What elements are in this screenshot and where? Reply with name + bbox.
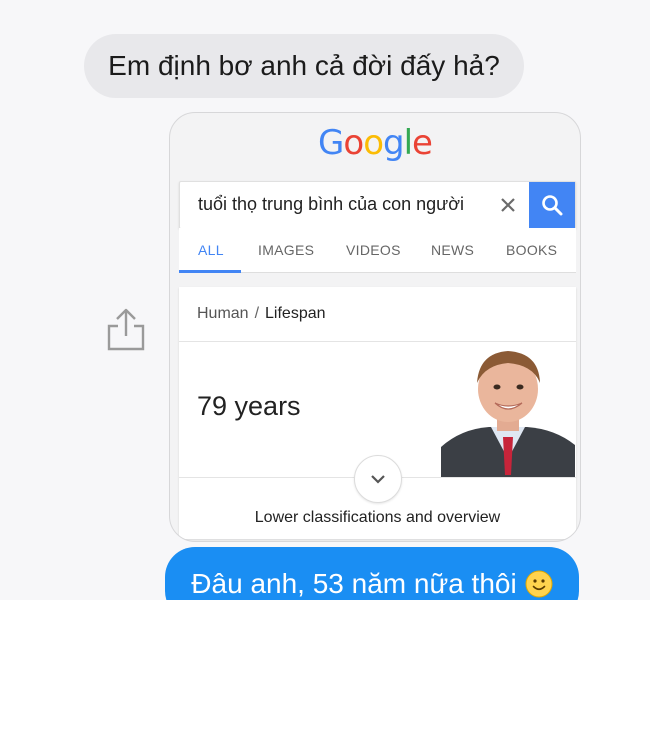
shared-google-card[interactable]: Google tuổi thọ trung bình của con người… bbox=[169, 112, 581, 542]
outgoing-message-text: Đâu anh, 53 năm nữa thôi bbox=[191, 568, 517, 599]
logo-letter: g bbox=[383, 123, 405, 163]
share-icon[interactable] bbox=[104, 306, 148, 352]
search-tabs: ALL IMAGES VIDEOS NEWS BOOKS bbox=[179, 228, 576, 273]
search-input[interactable]: tuổi thọ trung bình của con người bbox=[198, 194, 464, 215]
expand-button[interactable] bbox=[354, 455, 402, 503]
active-tab-indicator bbox=[179, 270, 241, 273]
incoming-message-bubble[interactable]: Em định bơ anh cả đời đấy hả? bbox=[84, 34, 524, 98]
chevron-down-icon bbox=[371, 475, 385, 484]
portrait-illustration bbox=[441, 343, 575, 477]
divider bbox=[179, 341, 576, 342]
clear-search-button[interactable] bbox=[493, 190, 523, 220]
breadcrumb-separator: / bbox=[254, 305, 260, 322]
search-button[interactable] bbox=[529, 182, 575, 228]
close-icon bbox=[501, 198, 515, 212]
logo-letter: e bbox=[412, 123, 433, 163]
logo-letter: G bbox=[318, 123, 344, 163]
knowledge-result-card: Human / Lifespan 79 years Lower classifi… bbox=[179, 287, 576, 539]
chat-area: Em định bơ anh cả đời đấy hả? Google tuổ… bbox=[0, 0, 650, 600]
breadcrumb-parent[interactable]: Human bbox=[197, 305, 249, 322]
tab-books[interactable]: BOOKS bbox=[506, 242, 557, 258]
tab-videos[interactable]: VIDEOS bbox=[346, 242, 401, 258]
breadcrumb: Human / Lifespan bbox=[197, 305, 326, 323]
more-link[interactable]: Lower classifications and overview bbox=[179, 509, 576, 527]
tab-news[interactable]: NEWS bbox=[431, 242, 474, 258]
tab-all[interactable]: ALL bbox=[198, 242, 224, 258]
outgoing-message-bubble[interactable]: Đâu anh, 53 năm nữa thôi bbox=[165, 547, 579, 600]
tab-images[interactable]: IMAGES bbox=[258, 242, 314, 258]
breadcrumb-current: Lifespan bbox=[265, 305, 326, 322]
logo-letter: o bbox=[343, 123, 364, 163]
google-logo: Google bbox=[170, 123, 580, 163]
person-photo[interactable] bbox=[441, 343, 575, 477]
smile-emoji-icon bbox=[525, 570, 553, 598]
answer-value: 79 years bbox=[197, 391, 301, 421]
incoming-message-text: Em định bơ anh cả đời đấy hả? bbox=[108, 50, 500, 81]
logo-letter: o bbox=[363, 123, 384, 163]
search-icon bbox=[542, 195, 563, 216]
logo-letter: l bbox=[403, 123, 414, 163]
search-bar: tuổi thọ trung bình của con người bbox=[179, 181, 576, 229]
empty-area bbox=[0, 600, 650, 734]
